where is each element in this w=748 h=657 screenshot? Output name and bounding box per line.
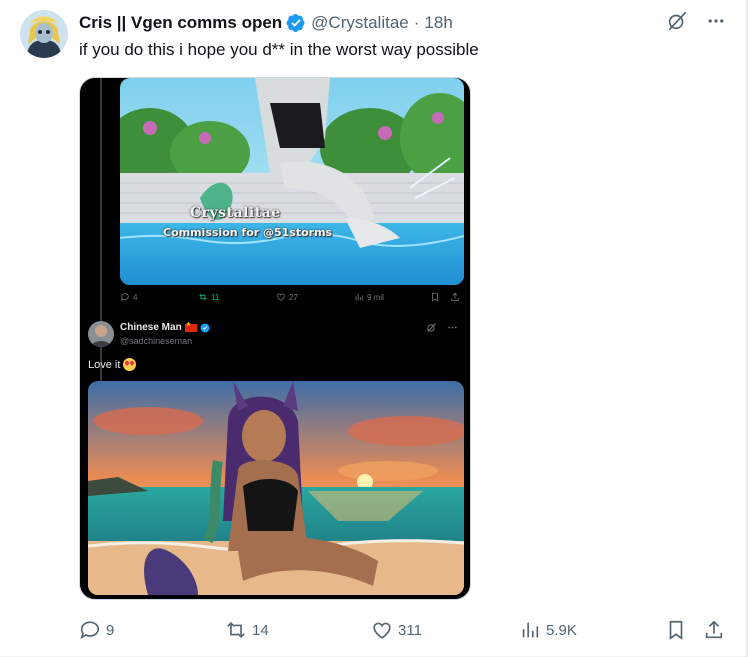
- repost-icon: [199, 293, 207, 301]
- heart-eyes-emoji-icon: [123, 358, 137, 371]
- tweet-actions: 9 14 311 5.9K: [79, 616, 727, 644]
- grok-icon[interactable]: [666, 10, 688, 32]
- reply-count: 9: [106, 621, 115, 639]
- reply-top-actions: [426, 322, 458, 333]
- reply-author-name-text: Chinese Man: [120, 322, 182, 333]
- reply-text: Love it: [88, 358, 137, 371]
- bookmark-button[interactable]: [665, 616, 687, 644]
- author-avatar[interactable]: [20, 10, 68, 58]
- views-count: 5.9K: [546, 621, 577, 639]
- embedded-repost-stat: 11: [198, 292, 219, 302]
- author-handle[interactable]: @Crystalitae: [311, 13, 409, 33]
- reply-button[interactable]: 9: [79, 616, 114, 644]
- heart-icon: [277, 293, 285, 301]
- pool-artwork-image[interactable]: Crystalitae Commission for @51storms: [120, 78, 464, 285]
- reply-text-content: Love it: [88, 358, 121, 371]
- top-actions: [666, 10, 726, 32]
- heart-icon: [373, 622, 391, 639]
- like-button[interactable]: 311: [371, 616, 422, 644]
- watermark-credit: Commission for @51storms: [163, 226, 333, 239]
- share-button[interactable]: [703, 616, 725, 644]
- china-flag-icon: [184, 321, 197, 332]
- tweet-text: if you do this i hope you d** in the wor…: [79, 40, 479, 59]
- reply-author-avatar: [88, 321, 114, 347]
- verified-badge-icon: [286, 14, 305, 32]
- reply-author-name: Chinese Man: [120, 321, 210, 333]
- tweet-time[interactable]: 18h: [424, 13, 452, 33]
- embedded-reposts-count: 11: [211, 292, 220, 302]
- repost-button[interactable]: 14: [225, 616, 269, 644]
- tweet[interactable]: Cris || Vgen comms open @Crystalitae · 1…: [0, 0, 748, 657]
- repost-count: 14: [252, 621, 269, 639]
- media-screenshot[interactable]: Crystalitae Commission for @51storms 4 1…: [79, 77, 471, 600]
- beach-artwork-image[interactable]: [88, 381, 464, 595]
- embedded-views-stat: 9 mil: [354, 292, 384, 302]
- author-display-name[interactable]: Cris || Vgen comms open: [79, 13, 282, 33]
- verified-badge-icon: [200, 322, 210, 333]
- share-icon: [451, 292, 459, 301]
- like-count: 311: [398, 621, 422, 639]
- reply-icon: [121, 293, 129, 302]
- embedded-bookmark: [430, 292, 440, 302]
- more-icon: [448, 326, 457, 329]
- embedded-post-stats: 4 11 27 9 mil: [120, 292, 464, 308]
- watermark-name: Crystalitae: [190, 205, 281, 221]
- views-icon: [355, 293, 363, 301]
- views-button[interactable]: 5.9K: [519, 616, 577, 644]
- embedded-reply-stat: 4: [120, 292, 137, 302]
- bookmark-icon: [669, 620, 683, 640]
- grok-icon: [427, 323, 436, 332]
- separator-dot: ·: [413, 13, 420, 32]
- tweet-header: Cris || Vgen comms open @Crystalitae · 1…: [79, 11, 453, 35]
- repost-icon: [227, 621, 245, 639]
- bookmark-icon: [432, 292, 438, 302]
- embedded-share: [450, 292, 460, 302]
- reply-author-handle: @sadchineseman: [120, 336, 193, 346]
- embedded-views-count: 9 mil: [367, 292, 384, 302]
- reply-icon: [80, 621, 100, 640]
- more-icon[interactable]: [706, 11, 726, 31]
- embedded-like-stat: 27: [276, 292, 298, 302]
- views-icon: [522, 622, 539, 638]
- embedded-replies-count: 4: [133, 292, 138, 302]
- embedded-likes-count: 27: [289, 292, 298, 302]
- share-icon: [705, 620, 723, 639]
